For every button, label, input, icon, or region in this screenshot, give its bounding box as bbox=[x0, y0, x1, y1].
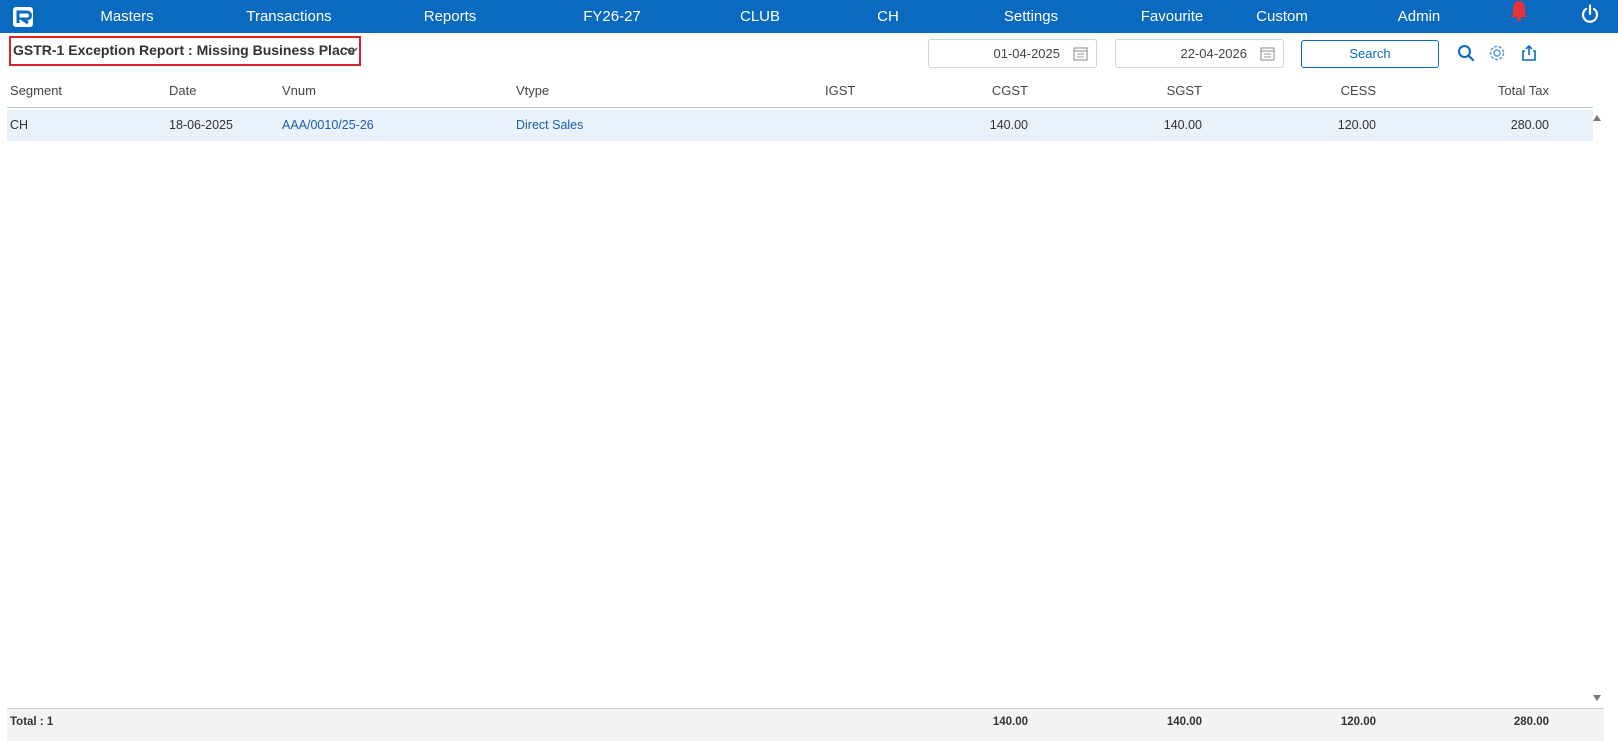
total-cess: 120.00 bbox=[1340, 716, 1376, 728]
scroll-up-arrow-icon[interactable] bbox=[1592, 114, 1602, 122]
col-header-segment[interactable]: Segment bbox=[10, 83, 62, 98]
export-icon[interactable] bbox=[1520, 44, 1538, 62]
col-header-date[interactable]: Date bbox=[169, 83, 196, 98]
nav-admin[interactable]: Admin bbox=[1398, 0, 1441, 33]
power-icon[interactable] bbox=[1580, 4, 1600, 24]
search-button[interactable]: Search bbox=[1301, 40, 1439, 68]
search-icon[interactable] bbox=[1457, 44, 1475, 62]
app-logo[interactable] bbox=[12, 6, 34, 28]
chevron-down-icon bbox=[345, 47, 358, 56]
col-header-vnum[interactable]: Vnum bbox=[282, 83, 316, 98]
col-header-igst[interactable]: IGST bbox=[825, 83, 855, 98]
total-tax-sum: 280.00 bbox=[1513, 716, 1549, 728]
to-date-input[interactable]: 22-04-2026 bbox=[1115, 39, 1284, 68]
to-date-value: 22-04-2026 bbox=[1180, 46, 1248, 61]
col-header-total-tax[interactable]: Total Tax bbox=[1498, 83, 1549, 98]
col-header-sgst[interactable]: SGST bbox=[1167, 83, 1202, 98]
cell-vtype-link[interactable]: Direct Sales bbox=[516, 118, 583, 132]
cell-cgst: 140.00 bbox=[989, 118, 1028, 132]
col-header-vtype[interactable]: Vtype bbox=[516, 83, 549, 98]
from-date-input[interactable]: 01-04-2025 bbox=[928, 39, 1097, 68]
header-divider bbox=[7, 107, 1593, 108]
cell-sgst: 140.00 bbox=[1163, 118, 1202, 132]
nav-settings[interactable]: Settings bbox=[1004, 0, 1058, 33]
from-date-value: 01-04-2025 bbox=[993, 46, 1061, 61]
total-sgst: 140.00 bbox=[1166, 716, 1202, 728]
cell-date: 18-06-2025 bbox=[169, 118, 233, 132]
col-header-cgst[interactable]: CGST bbox=[992, 83, 1028, 98]
top-navbar: Masters Transactions Reports FY26-27 CLU… bbox=[0, 0, 1618, 33]
nav-transactions[interactable]: Transactions bbox=[246, 0, 331, 33]
col-header-cess[interactable]: CESS bbox=[1341, 83, 1376, 98]
calendar-icon[interactable] bbox=[1260, 46, 1275, 61]
nav-reports[interactable]: Reports bbox=[424, 0, 477, 33]
nav-masters[interactable]: Masters bbox=[100, 0, 153, 33]
nav-club[interactable]: CLUB bbox=[740, 0, 780, 33]
total-cgst: 140.00 bbox=[992, 716, 1028, 728]
bell-icon[interactable] bbox=[1508, 0, 1530, 22]
report-selector[interactable]: GSTR-1 Exception Report : Missing Busine… bbox=[9, 36, 361, 66]
report-title: GSTR-1 Exception Report : Missing Busine… bbox=[13, 42, 356, 58]
nav-favourite[interactable]: Favourite bbox=[1141, 0, 1204, 33]
calendar-icon[interactable] bbox=[1073, 46, 1088, 61]
cell-cess: 120.00 bbox=[1337, 118, 1376, 132]
cell-total-tax: 280.00 bbox=[1510, 118, 1549, 132]
nav-custom[interactable]: Custom bbox=[1256, 0, 1308, 33]
nav-fy[interactable]: FY26-27 bbox=[583, 0, 641, 33]
cell-segment: CH bbox=[10, 118, 29, 132]
scroll-down-arrow-icon[interactable] bbox=[1592, 694, 1602, 702]
nav-ch[interactable]: CH bbox=[877, 0, 899, 33]
total-count: Total : 1 bbox=[10, 716, 54, 728]
gear-icon[interactable] bbox=[1488, 44, 1506, 62]
cell-vnum-link[interactable]: AAA/0010/25-26 bbox=[282, 118, 374, 132]
